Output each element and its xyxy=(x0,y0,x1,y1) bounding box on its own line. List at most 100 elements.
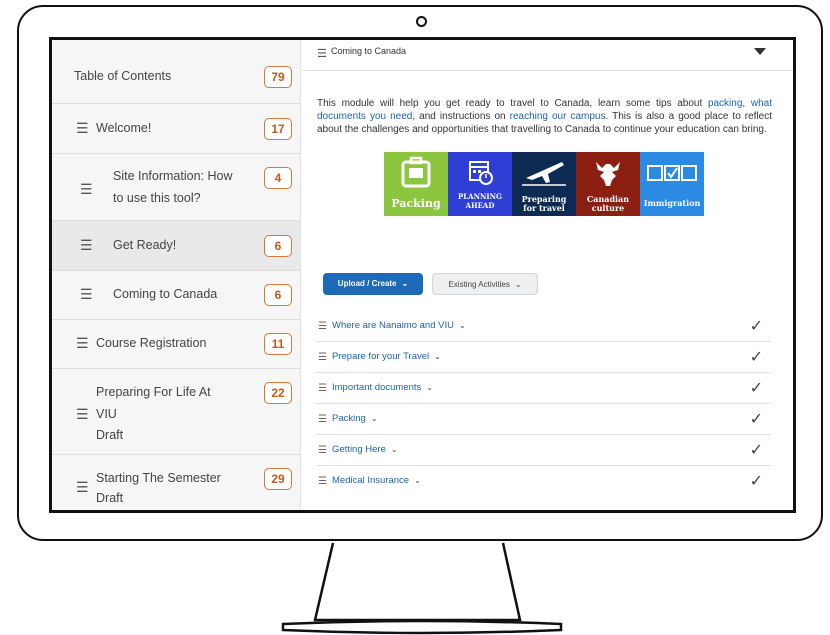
chevron-down-icon: ⌄ xyxy=(426,383,433,392)
activity-row[interactable]: ☰ Getting Here ⌄ ✓ xyxy=(316,435,771,466)
activity-label: Packing xyxy=(332,413,366,424)
activity-row[interactable]: ☰ Packing ⌄ ✓ xyxy=(316,404,771,435)
drag-handle-icon[interactable]: ☰ xyxy=(76,407,89,421)
activity-title[interactable]: Packing ⌄ xyxy=(332,413,378,424)
sidebar-item-label-line1: Preparing For Life At xyxy=(96,385,211,399)
activity-label: Prepare for your Travel xyxy=(332,351,430,362)
activity-title[interactable]: Important documents ⌄ xyxy=(332,382,433,393)
sidebar-item-label: Welcome! xyxy=(96,121,152,135)
sidebar-item-starting-the-semester[interactable]: ☰ Starting The Semester Draft 29 xyxy=(52,455,300,510)
screen: Table of Contents 79 ☰ Welcome! 17 ☰ Sit… xyxy=(49,37,796,513)
count-badge: 17 xyxy=(264,118,292,140)
count-badge: 6 xyxy=(264,284,292,306)
draft-status: Draft xyxy=(96,491,124,505)
camera-icon xyxy=(416,16,427,27)
activity-row[interactable]: ☰ Important documents ⌄ ✓ xyxy=(316,373,771,404)
drag-handle-icon[interactable]: ☰ xyxy=(80,238,93,252)
button-label: Upload / Create xyxy=(337,279,397,288)
count-badge: 4 xyxy=(264,167,292,189)
sidebar-item-site-information[interactable]: ☰ Site Information: How to use this tool… xyxy=(52,154,300,221)
checkmark-icon: ✓ xyxy=(749,473,763,490)
sidebar-item-label-line2: to use this tool? xyxy=(113,191,201,205)
count-badge: 6 xyxy=(264,235,292,257)
intro-text: , and instructions on xyxy=(412,111,510,122)
activity-row[interactable]: ☰ Prepare for your Travel ⌄ ✓ xyxy=(316,342,771,373)
button-label: Existing Activities xyxy=(448,280,510,289)
drag-handle-icon[interactable]: ☰ xyxy=(317,47,327,61)
checkbox-icon xyxy=(647,165,697,181)
sidebar-item-coming-to-canada[interactable]: ☰ Coming to Canada 6 xyxy=(52,271,300,320)
sidebar-item-label: Get Ready! xyxy=(113,238,177,252)
activity-title[interactable]: Where are Nanaimo and VIU ⌄ xyxy=(332,320,466,331)
drag-handle-icon[interactable]: ☰ xyxy=(318,351,327,365)
module-title: Coming to Canada xyxy=(331,46,407,56)
drag-handle-icon[interactable]: ☰ xyxy=(318,444,327,458)
count-badge: 22 xyxy=(264,382,292,404)
tile-label: PLANNING AHEAD xyxy=(457,192,503,210)
drag-handle-icon[interactable]: ☰ xyxy=(318,475,327,489)
intro-text: This module will help you get ready to t… xyxy=(317,98,708,109)
drag-handle-icon[interactable]: ☰ xyxy=(318,413,327,427)
module-description: This module will help you get ready to t… xyxy=(317,97,772,136)
drag-handle-icon[interactable]: ☰ xyxy=(76,336,89,350)
activity-row[interactable]: ☰ Medical Insurance ⌄ ✓ xyxy=(316,466,771,497)
chevron-down-icon: ⌄ xyxy=(401,279,409,288)
tile-packing[interactable]: Packing xyxy=(384,152,448,216)
chevron-down-icon: ⌄ xyxy=(414,476,421,485)
tile-canadian-culture[interactable]: Canadian culture xyxy=(576,152,640,216)
drag-handle-icon[interactable]: ☰ xyxy=(76,480,89,494)
count-badge: 29 xyxy=(264,468,292,490)
drag-handle-icon[interactable]: ☰ xyxy=(318,320,327,334)
activity-row[interactable]: ☰ Where are Nanaimo and VIU ⌄ ✓ xyxy=(316,311,771,342)
sidebar-item-label: Starting The Semester xyxy=(96,471,221,485)
tile-label: Immigration xyxy=(643,198,701,208)
sidebar-item-table-of-contents[interactable]: Table of Contents 79 xyxy=(52,40,300,104)
checkmark-icon: ✓ xyxy=(749,380,763,397)
campus-link[interactable]: reaching our campus xyxy=(510,111,606,122)
tile-planning-ahead[interactable]: PLANNING AHEAD xyxy=(448,152,512,216)
sidebar-item-get-ready[interactable]: ☰ Get Ready! 6 xyxy=(52,221,300,271)
sidebar-item-preparing-for-life[interactable]: ☰ Preparing For Life At VIU Draft 22 xyxy=(52,369,300,455)
activity-title[interactable]: Medical Insurance ⌄ xyxy=(332,475,421,486)
sidebar-item-course-registration[interactable]: ☰ Course Registration 11 xyxy=(52,320,300,369)
checkmark-icon: ✓ xyxy=(749,318,763,335)
drag-handle-icon[interactable]: ☰ xyxy=(80,287,93,301)
sidebar-item-label: Table of Contents xyxy=(74,69,172,83)
topic-tiles: Packing PLANNING AHEAD Preparing for tra… xyxy=(384,152,704,216)
existing-activities-button[interactable]: Existing Activities ⌄ xyxy=(432,273,538,295)
chevron-down-icon: ⌄ xyxy=(434,352,441,361)
module-content: ☰ Coming to Canada This module will help… xyxy=(301,40,793,510)
tile-label: Preparing for travel xyxy=(521,194,567,213)
upload-create-button[interactable]: Upload / Create ⌄ xyxy=(323,273,423,295)
activity-title[interactable]: Getting Here ⌄ xyxy=(332,444,398,455)
tile-preparing-for-travel[interactable]: Preparing for travel xyxy=(512,152,576,216)
suitcase-icon xyxy=(401,156,431,188)
packing-link[interactable]: packing xyxy=(708,98,742,109)
checkmark-icon: ✓ xyxy=(749,349,763,366)
calendar-icon xyxy=(469,161,493,185)
drag-handle-icon[interactable]: ☰ xyxy=(318,382,327,396)
drag-handle-icon[interactable]: ☰ xyxy=(80,182,93,196)
sidebar-item-label-line1: Site Information: How xyxy=(113,169,233,183)
draft-status: Draft xyxy=(96,428,124,442)
activity-label: Medical Insurance xyxy=(332,475,410,486)
activity-label: Important documents xyxy=(332,382,422,393)
sidebar-item-label: Course Registration xyxy=(96,336,207,350)
chevron-down-icon: ⌄ xyxy=(390,445,398,454)
table-of-contents-sidebar: Table of Contents 79 ☰ Welcome! 17 ☰ Sit… xyxy=(52,40,301,510)
tile-immigration[interactable]: Immigration xyxy=(640,152,704,216)
airplane-icon xyxy=(522,162,566,186)
checkmark-icon: ✓ xyxy=(749,442,763,459)
moose-icon xyxy=(596,162,620,186)
intro-text: , xyxy=(742,98,751,109)
collapse-caret-icon[interactable] xyxy=(754,48,766,55)
tile-label: Packing xyxy=(391,197,441,210)
activity-title[interactable]: Prepare for your Travel ⌄ xyxy=(332,351,441,362)
module-header: ☰ Coming to Canada xyxy=(301,40,793,71)
chevron-down-icon: ⌄ xyxy=(458,321,466,330)
drag-handle-icon[interactable]: ☰ xyxy=(76,121,89,135)
sidebar-item-welcome[interactable]: ☰ Welcome! 17 xyxy=(52,104,300,154)
activity-label: Where are Nanaimo and VIU xyxy=(332,320,454,331)
sidebar-item-label-line2: VIU xyxy=(96,407,117,421)
chevron-down-icon: ⌄ xyxy=(370,414,378,423)
